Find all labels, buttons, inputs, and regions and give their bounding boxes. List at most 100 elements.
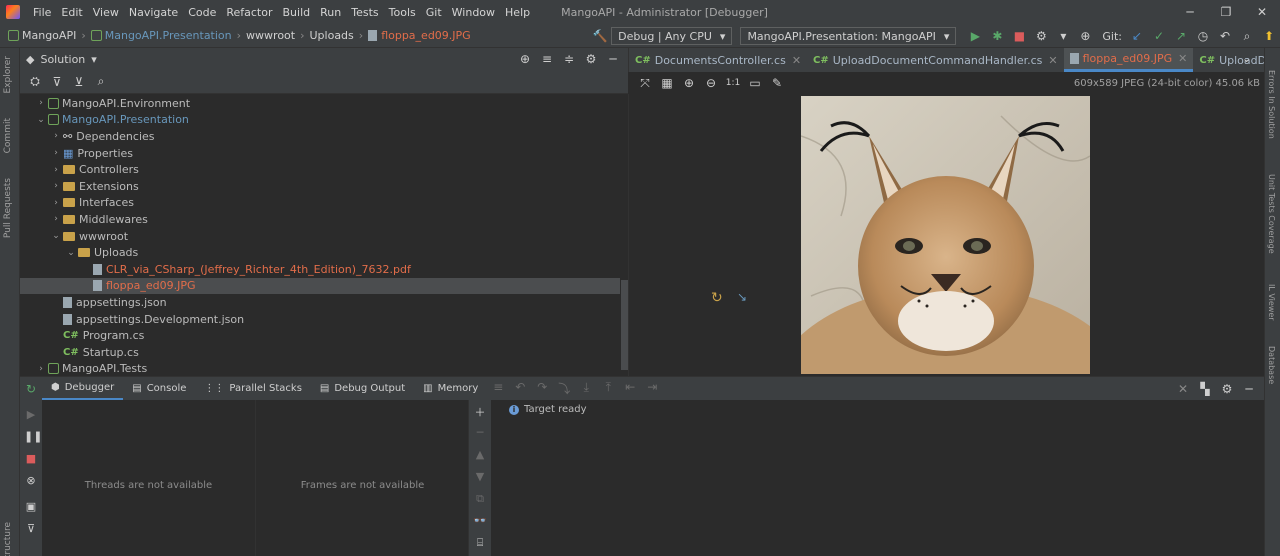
profile-icon[interactable]: ⊕ [1074,29,1096,43]
step-action-icon[interactable]: ↷ [531,380,553,397]
menu-help[interactable]: Help [500,6,535,19]
tree-item[interactable]: › Controllers [20,161,620,178]
structure-tab[interactable]: Structure [3,522,13,556]
chevron-right-icon[interactable]: › [49,148,63,158]
menu-view[interactable]: View [88,6,124,19]
chevron-right-icon[interactable]: › [49,214,63,224]
mute-breakpoints-icon[interactable]: ⊗ [24,474,38,488]
editor-tab[interactable]: C# UploadDocumentCommandHandler.cs ✕ [807,48,1064,72]
fit-icon[interactable]: ⤧ [634,76,656,91]
history-icon[interactable]: ◷ [1192,29,1214,43]
gear-icon[interactable]: ⚙ [580,52,602,66]
stop-icon[interactable]: ■ [24,452,38,466]
terminal-icon[interactable]: ⌸ [473,536,487,550]
search-icon[interactable]: ⌕ [1236,29,1258,44]
build-config-select[interactable]: Debug | Any CPU ▾ [611,27,733,45]
chevron-down-icon[interactable]: ▾ [91,53,97,66]
tree-item[interactable]: floppa_ed09.JPG [20,277,620,295]
step-action-icon[interactable]: ⤓ [575,380,597,397]
tree-item[interactable]: › Middlewares [20,211,620,228]
pointer-icon[interactable]: ↘ [737,290,747,304]
reload-icon[interactable]: ↻ [711,290,723,306]
stop-icon[interactable]: ■ [1008,29,1030,43]
filter-icon[interactable]: ⊽ [24,522,38,536]
close-window-icon[interactable]: ✕ [1244,0,1280,24]
tree-item[interactable]: › ⚯ Dependencies [20,128,620,145]
menu-file[interactable]: File [28,6,56,19]
errors-in-solution-tab[interactable]: Errors In Solution [1267,70,1276,139]
gear-icon[interactable]: ⚙ [1216,382,1238,396]
minimize-icon[interactable]: ─ [1172,0,1208,24]
run-icon[interactable]: ▶ [964,29,986,43]
collapse-all-icon[interactable]: ≑ [558,52,580,66]
commit-tab[interactable]: Commit [3,118,13,153]
breadcrumb-project[interactable]: MangoAPI.Presentation [89,29,234,42]
solution-title[interactable]: Solution [40,53,85,66]
pause-icon[interactable]: ❚❚ [24,430,42,444]
breadcrumb-wwwroot[interactable]: wwwroot [244,29,297,42]
step-action-icon[interactable]: ≡ [487,380,509,397]
layout-icon[interactable]: ▣ [24,500,38,514]
show-files-icon[interactable]: ⛭ [24,74,46,89]
tree-item[interactable]: CLR_via_CSharp_(Jeffrey_Richter_4th_Edit… [20,261,620,278]
filter-icon[interactable]: ⊽ [46,75,68,89]
locate-icon[interactable]: ⊕ [514,52,536,66]
editor-tab[interactable]: C#UploadDocumentComma [1193,48,1264,72]
breadcrumb-root[interactable]: MangoAPI [6,29,78,42]
debug-tab-debug-output[interactable]: ▤ Debug Output [311,377,414,401]
git-update-icon[interactable]: ↙ [1126,29,1148,43]
explorer-tab[interactable]: Explorer [3,56,13,93]
pull-requests-tab[interactable]: Pull Requests [3,178,13,238]
tree-item[interactable]: › MangoAPI.Tests [20,361,620,378]
chevron-down-icon[interactable]: ⌄ [49,231,63,241]
tree-item[interactable]: appsettings.json [20,294,620,311]
step-action-icon[interactable]: ↶ [509,380,531,397]
rollback-icon[interactable]: ↶ [1214,29,1236,43]
move-down-icon[interactable]: ▼ [473,470,487,484]
il-viewer-tab[interactable]: IL Viewer [1267,284,1276,321]
remove-watch-icon[interactable]: ─ [473,426,487,440]
zoom-out-icon[interactable]: ⊖ [700,76,722,90]
color-picker-icon[interactable]: ✎ [766,76,788,90]
update-icon[interactable]: ⬆ [1258,29,1280,43]
breadcrumb-file[interactable]: floppa_ed09.JPG [366,29,473,42]
tree-item[interactable]: ⌄ MangoAPI.Presentation [20,112,620,129]
step-action-icon[interactable]: ⇥ [641,380,663,397]
glasses-icon[interactable]: 👓 [473,514,487,528]
unit-tests-coverage-tab[interactable]: Unit Tests Coverage [1267,174,1276,254]
close-icon[interactable]: ✕ [1172,382,1194,396]
more-run-icon[interactable]: ▾ [1052,29,1074,43]
menu-tests[interactable]: Tests [346,6,383,19]
chevron-right-icon[interactable]: › [49,198,63,208]
actual-size-button[interactable]: 1:1 [722,78,744,88]
rerun-icon[interactable]: ↻ [20,382,42,396]
step-action-icon[interactable]: ⤒ [597,380,619,397]
tree-item[interactable]: appsettings.Development.json [20,311,620,328]
close-icon[interactable]: ✕ [1048,54,1057,67]
debug-tab-parallel-stacks[interactable]: ⋮⋮ Parallel Stacks [195,377,311,401]
tabs-dropdown-icon[interactable]: ⌄ [1242,52,1251,65]
chevron-right-icon[interactable]: › [34,364,48,374]
attach-icon[interactable]: ⚙ [1030,29,1052,43]
menu-git[interactable]: Git [421,6,447,19]
chevron-down-icon[interactable]: ⌄ [64,248,78,258]
tree-scrollbar[interactable] [621,280,628,370]
debug-tab-memory[interactable]: ▥ Memory [414,377,487,401]
hide-icon[interactable]: ─ [1238,382,1260,396]
layout-icon[interactable]: ▚ [1194,382,1216,396]
background-icon[interactable]: ▭ [744,76,766,90]
debug-tab-console[interactable]: ▤ Console [123,377,195,401]
add-watch-icon[interactable]: ＋ [473,404,487,419]
search-icon[interactable]: ⌕ [90,74,112,89]
chevron-right-icon[interactable]: › [49,131,63,141]
menu-build[interactable]: Build [278,6,316,19]
close-icon[interactable]: ✕ [1178,52,1187,65]
editor-tab[interactable]: C# DocumentsController.cs ✕ [629,48,807,72]
chevron-right-icon[interactable]: › [49,181,63,191]
run-config-select[interactable]: MangoAPI.Presentation: MangoAPI ▾ [740,27,957,45]
hide-icon[interactable]: ─ [602,52,624,66]
chevron-right-icon[interactable]: › [34,98,48,108]
tree-item[interactable]: ⌄ Uploads [20,244,620,261]
resume-icon[interactable]: ▶ [24,408,38,422]
editor-tab[interactable]: floppa_ed09.JPG ✕ [1063,48,1194,72]
